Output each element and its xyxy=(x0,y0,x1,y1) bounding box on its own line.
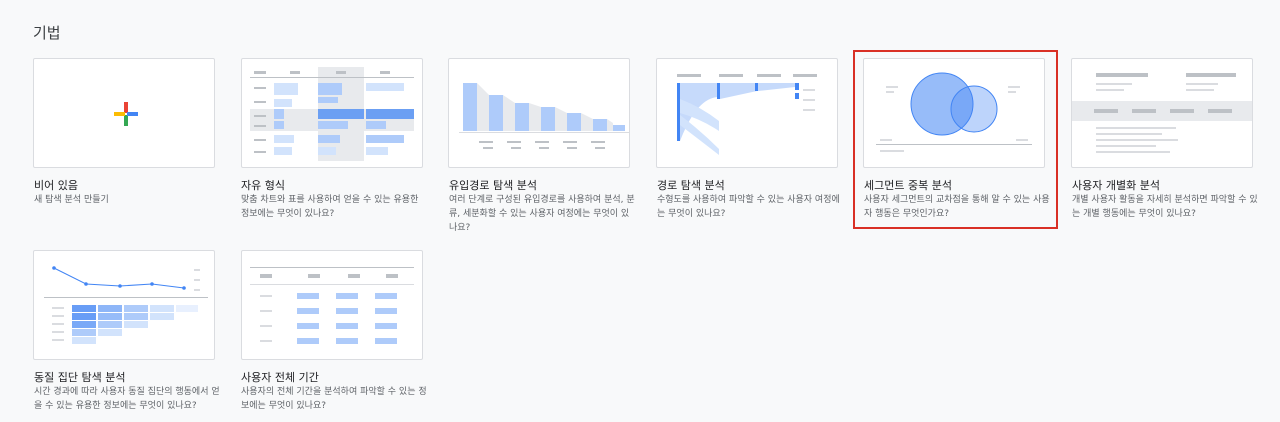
card-desc-cohort: 시간 경과에 따라 사용자 동질 집단의 행동에서 얻을 수 있는 유용한 정보… xyxy=(34,387,220,411)
funnel-template-card[interactable] xyxy=(448,58,630,168)
blank-template-card[interactable] xyxy=(33,58,215,168)
path-thumbnail xyxy=(677,74,817,155)
card-desc-free-form: 맞춤 차트와 표를 사용하여 얻을 수 있는 유용한 정보에는 무엇이 있나요? xyxy=(241,195,419,219)
google-plus-icon xyxy=(114,102,138,126)
card-title-user-explorer[interactable]: 사용자 개별화 분석 xyxy=(1072,177,1160,193)
segment-overlap-template-card[interactable] xyxy=(863,58,1045,168)
card-desc-funnel: 여러 단계로 구성된 유입경로를 사용하여 분석, 분류, 세분화할 수 있는 … xyxy=(449,195,635,233)
card-title-free-form[interactable]: 자유 형식 xyxy=(241,177,285,193)
card-title-segment-overlap[interactable]: 세그먼트 중복 분석 xyxy=(864,177,952,193)
section-title: 기법 xyxy=(33,24,61,42)
card-desc-user-lifetime: 사용자의 전체 기간을 분석하여 파악할 수 있는 정보에는 무엇이 있나요? xyxy=(241,387,427,411)
card-desc-blank: 새 탐색 분석 만들기 xyxy=(34,195,109,205)
card-title-cohort[interactable]: 동질 집단 탐색 분석 xyxy=(34,369,125,385)
card-title-user-lifetime[interactable]: 사용자 전체 기간 xyxy=(241,369,319,385)
user-explorer-thumbnail xyxy=(1072,73,1252,153)
card-desc-user-explorer: 개별 사용자 활동을 자세히 분석하면 파악할 수 있는 개별 행동에는 무엇이… xyxy=(1072,195,1258,219)
user-lifetime-template-card[interactable] xyxy=(241,250,423,360)
user-explorer-template-card[interactable] xyxy=(1071,58,1253,168)
free-form-thumbnail xyxy=(250,67,414,161)
card-title-blank[interactable]: 비어 있음 xyxy=(34,177,78,193)
free-form-template-card[interactable] xyxy=(241,58,423,168)
card-title-funnel[interactable]: 유입경로 탐색 분석 xyxy=(449,177,537,193)
cohort-template-card[interactable] xyxy=(33,250,215,360)
cohort-thumbnail xyxy=(44,266,208,344)
path-template-card[interactable] xyxy=(656,58,838,168)
card-desc-segment-overlap: 사용자 세그먼트의 교차점을 통해 알 수 있는 사용자 행동은 무엇인가요? xyxy=(864,195,1050,219)
segment-overlap-thumbnail xyxy=(876,72,1032,152)
card-title-path[interactable]: 경로 탐색 분석 xyxy=(657,177,725,193)
card-desc-path: 수형도를 사용하여 파악할 수 있는 사용자 여정에는 무엇이 있나요? xyxy=(657,195,840,219)
user-lifetime-thumbnail xyxy=(250,267,414,344)
funnel-thumbnail xyxy=(459,83,629,149)
